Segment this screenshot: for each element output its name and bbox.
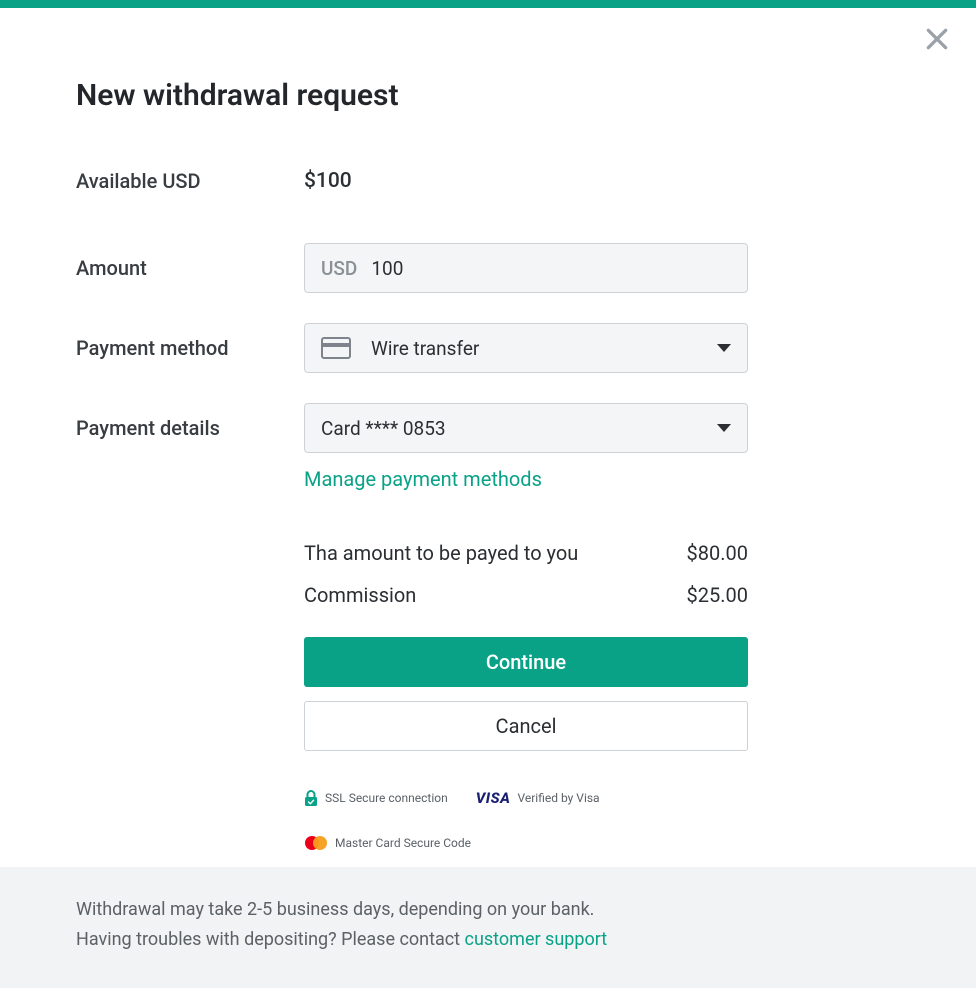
payment-method-select[interactable]: Wire transfer	[304, 323, 748, 373]
summary-commission-value: $25.00	[687, 583, 748, 607]
mastercard-badge: Master Card Secure Code	[304, 835, 471, 851]
footer-note-support-prefix: Having troubles with depositing? Please …	[76, 929, 465, 950]
summary-commission-label: Commission	[304, 583, 416, 607]
payment-method-selected: Wire transfer	[371, 337, 717, 360]
manage-payment-methods-link[interactable]: Manage payment methods	[304, 467, 542, 491]
footer: Withdrawal may take 2-5 business days, d…	[0, 867, 976, 988]
continue-button[interactable]: Continue	[304, 637, 748, 687]
ssl-badge: SSL Secure connection	[304, 789, 448, 807]
lock-icon	[304, 789, 318, 807]
footer-note-support: Having troubles with depositing? Please …	[76, 925, 900, 956]
ssl-label: SSL Secure connection	[325, 791, 448, 805]
payment-method-row: Payment method Wire transfer	[76, 323, 900, 373]
chevron-down-icon	[717, 424, 731, 432]
verified-by-visa-label: Verified by Visa	[517, 791, 599, 805]
amount-label: Amount	[76, 256, 304, 280]
visa-logo: VISA	[476, 789, 511, 807]
mastercard-icon	[304, 835, 328, 851]
summary-block: Tha amount to be payed to you $80.00 Com…	[304, 541, 748, 607]
payment-method-label: Payment method	[76, 336, 304, 360]
card-icon	[321, 337, 351, 359]
close-icon[interactable]	[924, 26, 950, 52]
footer-note-delay: Withdrawal may take 2-5 business days, d…	[76, 895, 900, 926]
chevron-down-icon	[717, 344, 731, 352]
payment-details-row: Payment details Card **** 0853	[76, 403, 900, 453]
summary-payout-label: Tha amount to be payed to you	[304, 541, 578, 565]
payment-details-label: Payment details	[76, 416, 304, 440]
visa-badge: VISA Verified by Visa	[476, 789, 600, 807]
summary-commission-row: Commission $25.00	[304, 583, 748, 607]
amount-input[interactable]	[369, 256, 731, 281]
available-value: $100	[304, 169, 748, 193]
amount-row: Amount USD	[76, 243, 900, 293]
page-title: New withdrawal request	[76, 78, 900, 113]
available-row: Available USD $100	[76, 169, 900, 193]
amount-input-wrap[interactable]: USD	[304, 243, 748, 293]
summary-payout-row: Tha amount to be payed to you $80.00	[304, 541, 748, 565]
cancel-button[interactable]: Cancel	[304, 701, 748, 751]
modal-content: New withdrawal request Available USD $10…	[0, 8, 976, 891]
mastercard-secure-label: Master Card Secure Code	[335, 836, 471, 850]
top-accent-bar	[0, 0, 976, 8]
trust-badges-row: SSL Secure connection VISA Verified by V…	[304, 789, 748, 851]
payment-details-selected: Card **** 0853	[321, 417, 717, 440]
payment-details-select[interactable]: Card **** 0853	[304, 403, 748, 453]
amount-currency-prefix: USD	[321, 257, 357, 280]
available-label: Available USD	[76, 169, 304, 193]
customer-support-link[interactable]: customer support	[465, 929, 608, 950]
summary-payout-value: $80.00	[687, 541, 748, 565]
